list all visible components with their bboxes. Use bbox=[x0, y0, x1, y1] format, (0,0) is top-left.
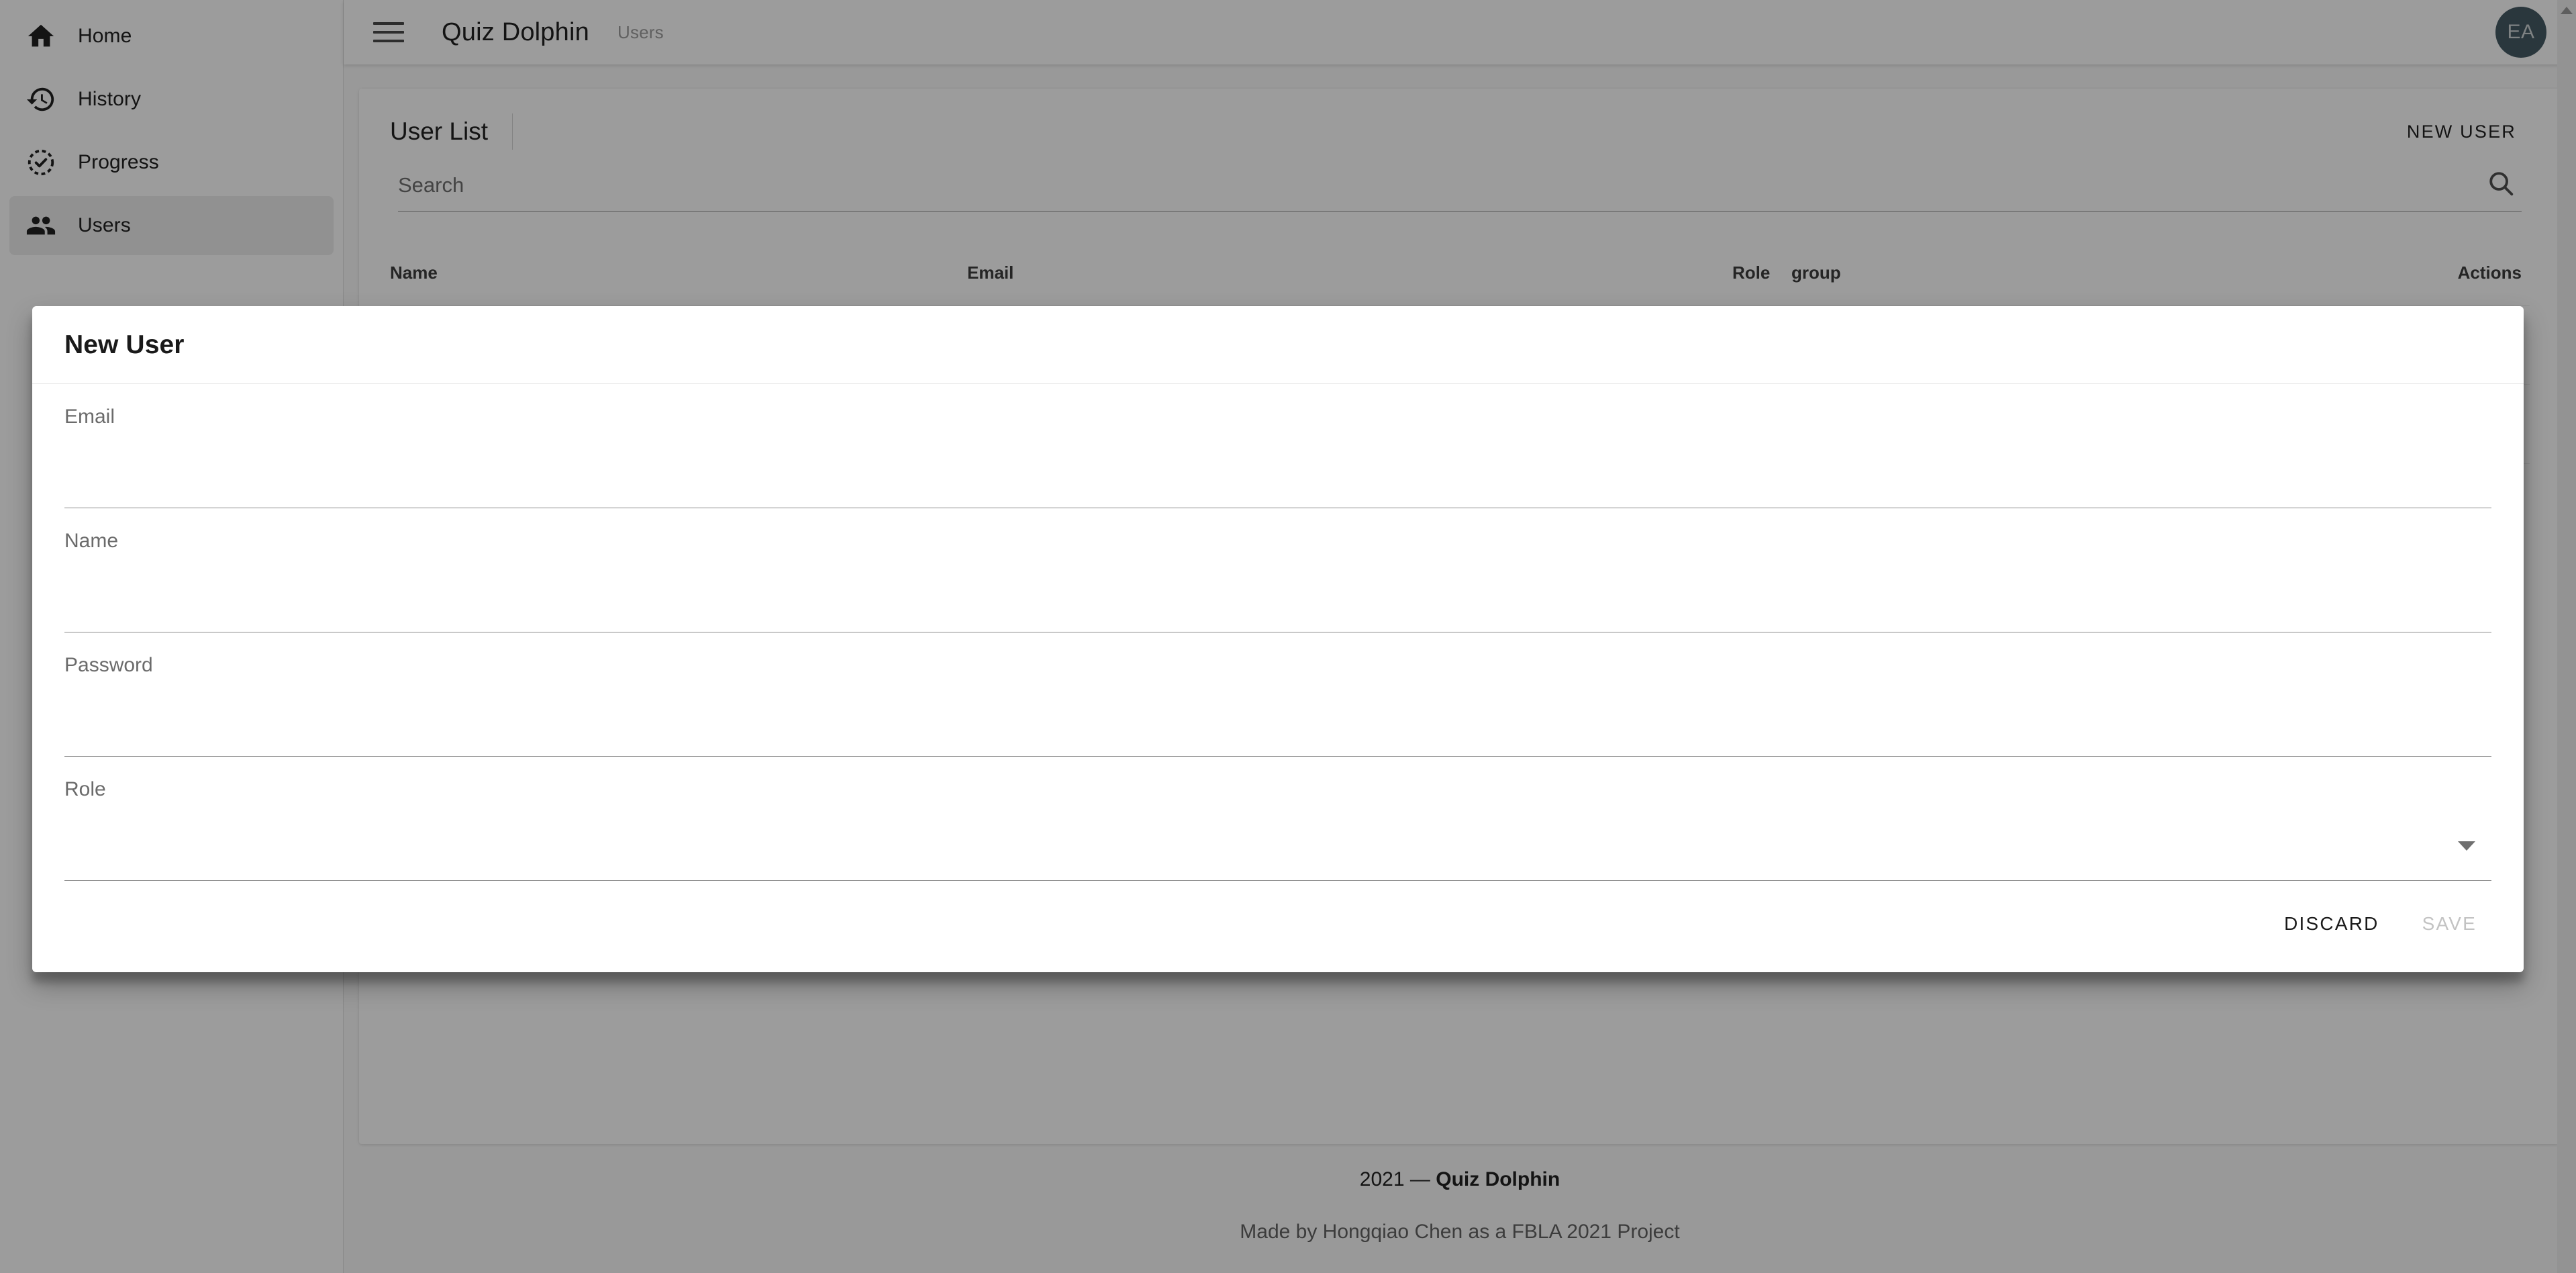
role-field-label: Role bbox=[64, 778, 106, 800]
save-button: SAVE bbox=[2408, 902, 2491, 945]
role-select[interactable] bbox=[64, 816, 2491, 840]
email-field[interactable] bbox=[64, 443, 2491, 467]
password-field-label: Password bbox=[64, 654, 153, 676]
dialog-header: New User bbox=[32, 306, 2524, 384]
name-field-label: Name bbox=[64, 530, 119, 552]
email-field-label: Email bbox=[64, 406, 115, 428]
app-root: Home History Progress Users Quiz Dolphin… bbox=[0, 0, 2576, 1273]
new-user-dialog: New User Email Name Password Role DISCAR… bbox=[32, 306, 2524, 972]
dialog-title: New User bbox=[64, 330, 185, 359]
password-field[interactable] bbox=[64, 692, 2491, 716]
chevron-down-icon[interactable] bbox=[2458, 841, 2475, 851]
dialog-body: Email Name Password Role bbox=[32, 384, 2524, 881]
role-field-group[interactable]: Role bbox=[64, 757, 2491, 881]
dialog-actions: DISCARD SAVE bbox=[2269, 902, 2491, 945]
discard-button[interactable]: DISCARD bbox=[2269, 902, 2393, 945]
password-field-group: Password bbox=[64, 632, 2491, 757]
name-field[interactable] bbox=[64, 567, 2491, 592]
email-field-group: Email bbox=[64, 384, 2491, 508]
name-field-group: Name bbox=[64, 508, 2491, 632]
